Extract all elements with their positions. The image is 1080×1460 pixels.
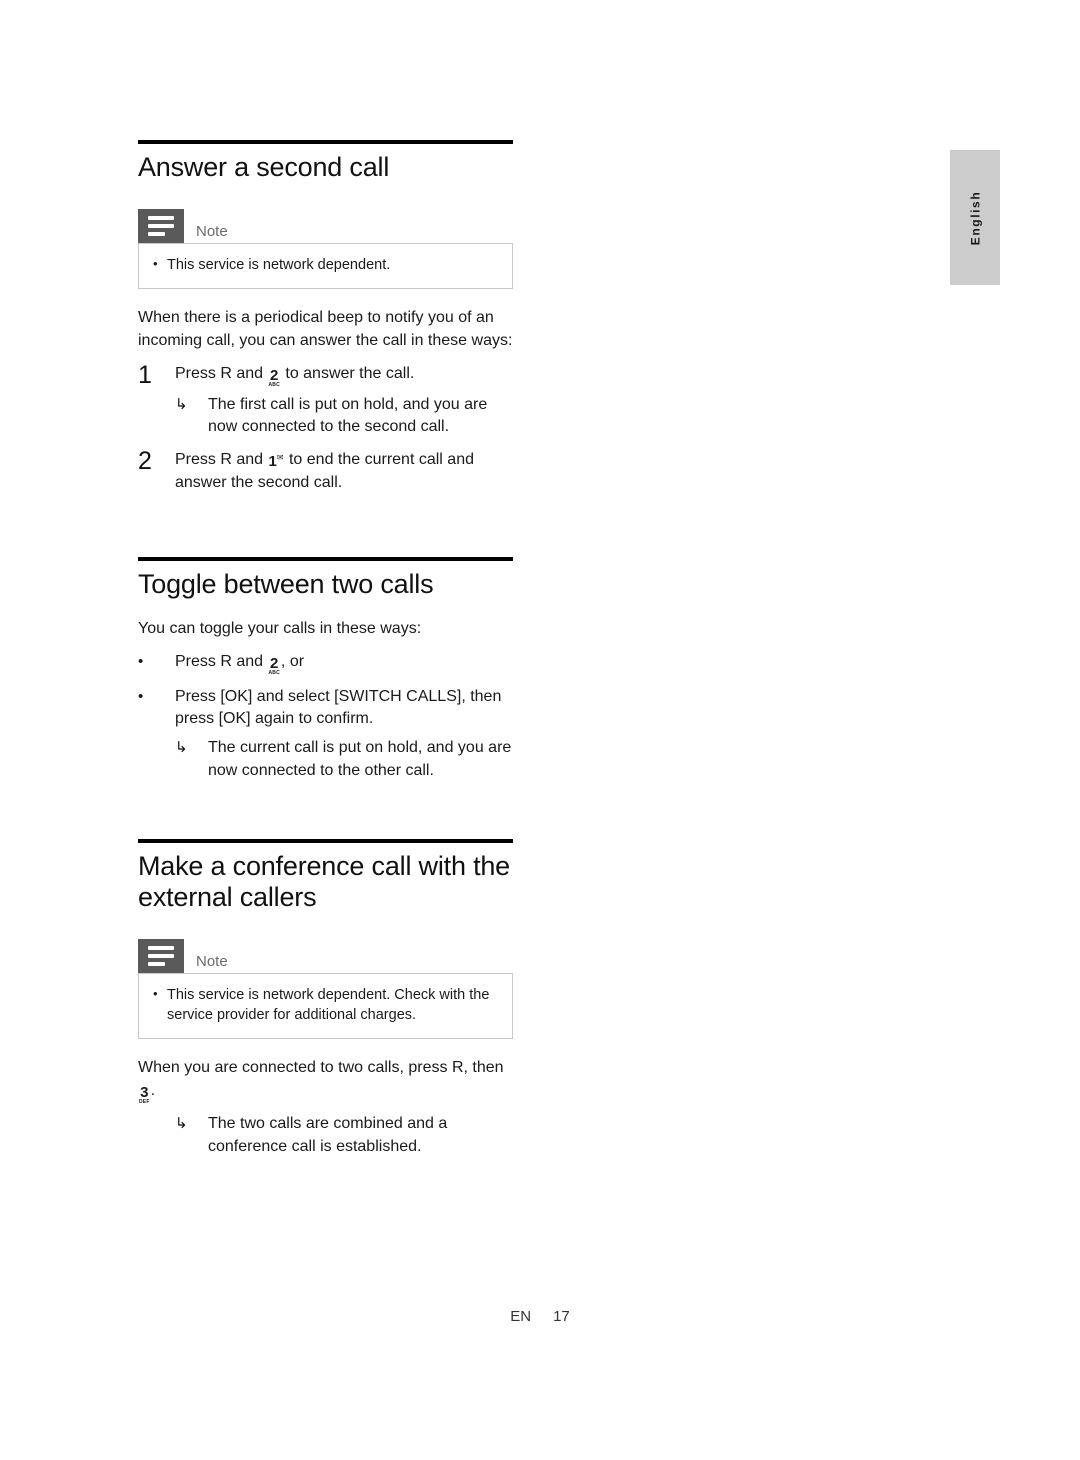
note-list-item: • This service is network dependent.: [153, 255, 498, 275]
intro-paragraph: When there is a periodical beep to notif…: [138, 309, 513, 350]
step-item: 2 Press R and 1 ✉ to end the current call…: [138, 449, 513, 494]
result-arrow-icon: ↳: [175, 395, 188, 413]
step-body: Press R and 2 ABC to answer the call. ↳ T…: [175, 363, 513, 439]
section-title: Make a conference call with the external…: [138, 850, 510, 912]
result-arrow-icon: ↳: [175, 739, 188, 757]
content-column: Answer a second call Note • This service…: [138, 140, 513, 1158]
section-toggle-between-calls: Toggle between two calls You can toggle …: [138, 556, 513, 783]
list-item-body: Press [OK] and select [SWITCH CALLS], th…: [175, 686, 513, 783]
note-icon: [138, 209, 184, 244]
intro-text-before: When you are connected to two calls, pre…: [138, 1059, 504, 1077]
note-item-text: This service is network dependent.: [167, 257, 391, 274]
bullet-icon: •: [138, 687, 144, 705]
footer-language-code: EN: [510, 1308, 532, 1325]
step-text-after: to answer the call.: [280, 364, 415, 382]
note-icon: [138, 939, 184, 974]
section-rule: [138, 556, 513, 561]
bullet-text-after: , or: [280, 652, 305, 670]
result-line: ↳ The two calls are combined and a confe…: [175, 1113, 513, 1158]
step-list: 1 Press R and 2 ABC to answer the call. ↳…: [138, 360, 513, 495]
note-label: Note: [196, 953, 228, 971]
step-text-before: Press R and: [175, 364, 268, 382]
bullet-icon: •: [138, 652, 144, 670]
list-item: • Press R and 2 ABC, or: [138, 651, 513, 676]
voicemail-envelope-icon: ✉: [276, 453, 284, 463]
bullet-text: Press [OK] and select [SWITCH CALLS], th…: [175, 687, 502, 728]
result-arrow-icon: ↳: [175, 1114, 188, 1132]
result-text: The first call is put on hold, and you a…: [208, 395, 488, 436]
note-header: Note: [138, 939, 513, 974]
bullet-icon: •: [153, 256, 158, 272]
note-list-item: • This service is network dependent. Che…: [153, 985, 498, 1025]
step-text-before: Press R and: [175, 451, 268, 469]
intro-text-after: .: [150, 1081, 156, 1099]
footer-page-number: 17: [553, 1308, 570, 1325]
keypad-key-2-abc-icon: 2 ABC: [268, 654, 280, 676]
note-callout: Note • This service is network dependent…: [138, 209, 513, 290]
language-tab-label: English: [968, 190, 983, 245]
note-label: Note: [196, 223, 228, 241]
bullet-icon: •: [153, 986, 158, 1002]
note-body: • This service is network dependent.: [138, 243, 513, 290]
note-body: • This service is network dependent. Che…: [138, 973, 513, 1040]
result-line: ↳ The current call is put on hold, and y…: [175, 737, 513, 782]
intro-paragraph: You can toggle your calls in these ways:: [138, 619, 422, 637]
result-text: The current call is put on hold, and you…: [208, 739, 512, 779]
page-title: Answer a second call: [138, 152, 390, 182]
keypad-key-3-def-icon: 3 DEF: [139, 1083, 150, 1105]
list-item: • Press [OK] and select [SWITCH CALLS], …: [138, 686, 513, 783]
section-rule: [138, 838, 513, 843]
section-conference-call: Make a conference call with the external…: [138, 838, 513, 1159]
note-callout: Note • This service is network dependent…: [138, 939, 513, 1040]
section-title: Toggle between two calls: [138, 568, 434, 599]
language-tab: English: [950, 150, 1000, 285]
keypad-key-2-abc-icon: 2 ABC: [268, 366, 280, 388]
page-footer: EN 17: [0, 1308, 1080, 1325]
list-item-body: Press R and 2 ABC, or: [175, 651, 513, 676]
step-number: 1: [138, 360, 152, 389]
section-answer-second-call: Answer a second call Note • This service…: [138, 140, 513, 495]
step-body: Press R and 1 ✉ to end the current call a…: [175, 449, 513, 494]
manual-page: English Answer a second call Note • This…: [0, 0, 1080, 1460]
bullet-text-before: Press R and: [175, 652, 268, 670]
keypad-key-1-voicemail-icon: 1 ✉: [268, 453, 284, 471]
result-text: The two calls are combined and a confere…: [208, 1114, 448, 1155]
note-item-text: This service is network dependent. Check…: [167, 987, 490, 1024]
footer-inner: EN 17: [510, 1308, 570, 1325]
section-rule: [138, 140, 513, 144]
note-header: Note: [138, 209, 513, 244]
result-line: ↳ The first call is put on hold, and you…: [175, 394, 513, 439]
step-number: 2: [138, 447, 152, 476]
bullet-list: • Press R and 2 ABC, or • Press [OK] and …: [138, 651, 513, 783]
intro-paragraph: When you are connected to two calls, pre…: [138, 1057, 513, 1105]
step-item: 1 Press R and 2 ABC to answer the call. ↳…: [138, 360, 513, 439]
